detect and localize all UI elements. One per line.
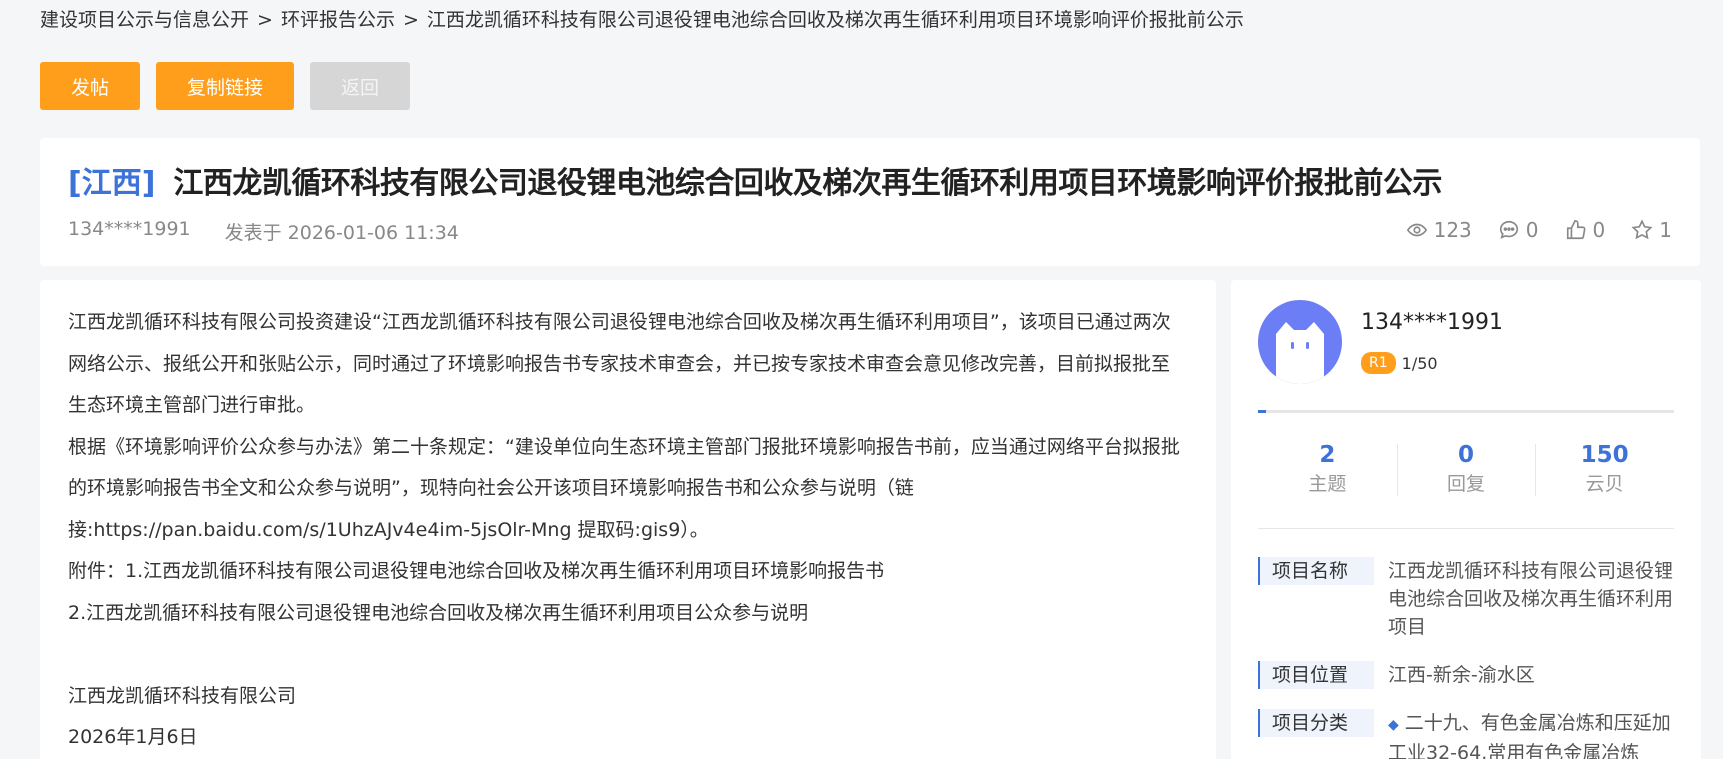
coins-count: 150 [1580, 442, 1629, 468]
breadcrumb-separator: > [257, 9, 273, 31]
project-category-label: 项目分类 [1258, 709, 1374, 737]
diamond-icon: ◆ [1388, 717, 1399, 733]
project-info: 项目名称 江西龙凯循环科技有限公司退役锂电池综合回收及梯次再生循环利用项目 项目… [1258, 557, 1678, 759]
project-category-text: 二十九、有色金属冶炼和压延加工业32-64.常用有色金属冶炼 [1388, 712, 1671, 759]
avatar[interactable] [1258, 300, 1342, 384]
project-category-value: ◆ 二十九、有色金属冶炼和压延加工业32-64.常用有色金属冶炼 [1374, 709, 1678, 759]
author-name[interactable]: 134****1991 [68, 218, 191, 245]
rank-badge: R1 [1361, 352, 1396, 374]
profile-username[interactable]: 134****1991 [1361, 310, 1503, 335]
rank-progress-bar [1258, 410, 1674, 413]
comments-stat[interactable]: 0 [1498, 218, 1539, 242]
breadcrumb-item-current: 江西龙凯循环科技有限公司退役锂电池综合回收及梯次再生循环利用项目环境影响评价报批… [426, 9, 1244, 31]
rank-progress-text: 1/50 [1401, 353, 1438, 373]
likes-stat[interactable]: 0 [1565, 218, 1606, 242]
post-content: 江西龙凯循环科技有限公司投资建设“江西龙凯循环科技有限公司退役锂电池综合回收及梯… [68, 302, 1188, 759]
coins-label: 云贝 [1585, 473, 1624, 495]
signature-company: 江西龙凯循环科技有限公司 [68, 684, 297, 707]
comment-icon [1499, 220, 1518, 239]
star-icon [1631, 219, 1653, 240]
post-stats: 123 0 0 1 [1406, 218, 1672, 242]
rank-row: R1 1/50 [1361, 352, 1438, 374]
copy-link-button[interactable]: 复制链接 [156, 62, 294, 110]
action-bar: 发帖 复制链接 返回 [40, 62, 410, 110]
content-paragraph: 2.江西龙凯循环科技有限公司退役锂电池综合回收及梯次再生循环利用项目公众参与说明 [68, 601, 809, 624]
eye-icon [1406, 223, 1427, 237]
content-paragraph: 根据《环境影响评价公众参与办法》第二十条规定：“建设单位向生态环境主管部门报批环… [68, 435, 1180, 541]
profile-stats: 2 主题 0 回复 150 云贝 [1258, 440, 1674, 496]
favorites-count: 1 [1659, 218, 1672, 242]
divider [1258, 528, 1674, 529]
publish-time: 发表于 2026-01-06 11:34 [224, 222, 459, 244]
project-location-row: 项目位置 江西-新余-渝水区 [1258, 661, 1678, 689]
region-tag[interactable]: [江西] [68, 158, 155, 202]
thumbs-up-icon [1566, 220, 1585, 240]
replies-stat[interactable]: 0 回复 [1396, 440, 1536, 496]
coins-stat[interactable]: 150 云贝 [1535, 440, 1674, 496]
project-category-row: 项目分类 ◆ 二十九、有色金属冶炼和压延加工业32-64.常用有色金属冶炼 [1258, 709, 1678, 759]
project-name-label: 项目名称 [1258, 557, 1374, 585]
signature-date: 2026年1月6日 [68, 726, 198, 748]
likes-count: 0 [1592, 218, 1606, 242]
post-meta: 134****1991 发表于 2026-01-06 11:34 [68, 218, 459, 245]
content-paragraph: 附件：1.江西龙凯循环科技有限公司退役锂电池综合回收及梯次再生循环利用项目环境影… [68, 560, 885, 582]
topics-stat[interactable]: 2 主题 [1258, 440, 1397, 496]
topics-count: 2 [1319, 442, 1336, 468]
project-location-value: 江西-新余-渝水区 [1388, 664, 1535, 686]
project-name-value: 江西龙凯循环科技有限公司退役锂电池综合回收及梯次再生循环利用项目 [1388, 560, 1674, 638]
post-title: 江西龙凯循环科技有限公司退役锂电池综合回收及梯次再生循环利用项目环境影响评价报批… [173, 166, 1442, 201]
author-sidebar: 134****1991 R1 1/50 2 主题 0 回复 150 云贝 项目名… [1231, 280, 1701, 759]
post-header: [江西] 江西龙凯循环科技有限公司退役锂电池综合回收及梯次再生循环利用项目环境影… [40, 138, 1700, 266]
content-paragraph: 江西龙凯循环科技有限公司投资建设“江西龙凯循环科技有限公司退役锂电池综合回收及梯… [68, 311, 1171, 416]
breadcrumb-item-eia-reports[interactable]: 环评报告公示 [281, 9, 395, 31]
favorites-stat[interactable]: 1 [1631, 218, 1672, 242]
replies-count: 0 [1458, 442, 1475, 468]
title-row: [江西] 江西龙凯循环科技有限公司退役锂电池综合回收及梯次再生循环利用项目环境影… [68, 158, 1442, 202]
rank-progress-fill [1258, 410, 1267, 413]
comments-count: 0 [1525, 218, 1539, 242]
replies-label: 回复 [1447, 473, 1486, 495]
project-location-label: 项目位置 [1258, 661, 1374, 689]
post-button[interactable]: 发帖 [40, 62, 140, 110]
views-count: 123 [1433, 218, 1472, 242]
views-stat: 123 [1406, 218, 1472, 242]
back-button[interactable]: 返回 [310, 62, 410, 110]
breadcrumb-separator: > [402, 9, 419, 31]
breadcrumb: 建设项目公示与信息公开 > 环评报告公示 > 江西龙凯循环科技有限公司退役锂电池综合回收… [40, 6, 1244, 34]
topics-label: 主题 [1308, 473, 1347, 495]
breadcrumb-item-public-info[interactable]: 建设项目公示与信息公开 [40, 9, 249, 31]
avatar-cat-icon [1276, 322, 1324, 384]
post-body: 江西龙凯循环科技有限公司投资建设“江西龙凯循环科技有限公司退役锂电池综合回收及梯… [40, 280, 1216, 759]
project-name-row: 项目名称 江西龙凯循环科技有限公司退役锂电池综合回收及梯次再生循环利用项目 [1258, 557, 1678, 641]
